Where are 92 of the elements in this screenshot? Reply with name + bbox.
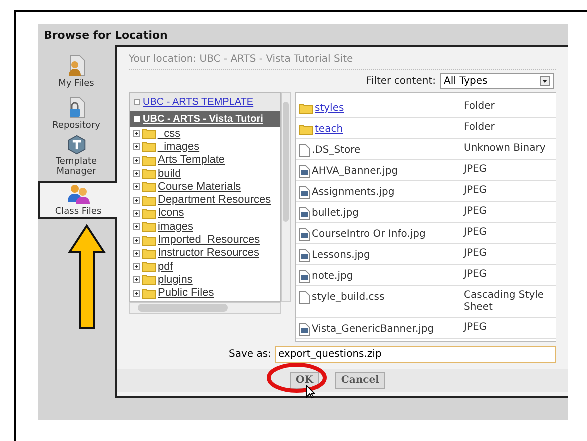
- folder-icon: [142, 168, 156, 180]
- folder-link[interactable]: pdf: [158, 260, 174, 273]
- folder-link[interactable]: Department Resources: [158, 194, 272, 206]
- file-type: JPEG: [464, 269, 488, 282]
- folder-icon: [142, 141, 156, 152]
- window-title: Browse for Location: [43, 28, 169, 44]
- highlight-ellipse-drawing: [266, 362, 328, 394]
- user-file-icon: [66, 55, 86, 77]
- sidebar-tab[interactable]: My Files: [38, 51, 115, 93]
- file-name[interactable]: Lessons.jpg: [312, 248, 370, 263]
- expand-icon[interactable]: [133, 156, 140, 164]
- file-name[interactable]: CourseIntro Or Info.jpg: [312, 227, 426, 242]
- file-name[interactable]: bullet.jpg: [312, 206, 359, 221]
- file-type: Unknown Binary: [464, 143, 547, 156]
- file-type: JPEG: [464, 248, 488, 261]
- folder-icon: [142, 274, 156, 286]
- filter-dropdown[interactable]: All Types: [440, 73, 554, 89]
- folder-icon: [299, 103, 313, 114]
- vertical-scrollbar[interactable]: [281, 92, 291, 302]
- folder-icon: [142, 208, 156, 219]
- folder-icon: [142, 248, 156, 259]
- template-icon: [66, 135, 88, 155]
- save-as-label: Save as:: [229, 348, 272, 362]
- expand-icon[interactable]: [133, 183, 140, 190]
- ok-button[interactable]: OK: [290, 372, 320, 389]
- image-file-icon: [299, 323, 310, 336]
- folder-link[interactable]: Icons: [158, 207, 184, 220]
- folder-link[interactable]: teach: [315, 122, 344, 137]
- expand-icon[interactable]: [133, 170, 140, 178]
- folder-icon: [142, 261, 156, 272]
- expand-icon[interactable]: [133, 236, 140, 244]
- folder-link[interactable]: Instructor Resources: [158, 247, 260, 260]
- folder-link[interactable]: Arts Template: [158, 154, 226, 166]
- file-type: JPEG: [464, 227, 488, 240]
- file-type: Folder: [464, 101, 496, 114]
- file-type: Cascading Style Sheet: [464, 290, 546, 315]
- folder-icon: [142, 181, 156, 192]
- folder-link[interactable]: plugins: [158, 274, 193, 286]
- image-file-icon: [299, 207, 310, 220]
- file-name[interactable]: note.jpg: [312, 269, 354, 284]
- folder-link[interactable]: Imported_Resources: [158, 234, 260, 246]
- image-file-icon: [299, 249, 310, 262]
- file-name[interactable]: Assignments.jpg: [312, 185, 395, 200]
- save-as-field[interactable]: export_questions.zip: [275, 346, 556, 363]
- image-file-icon: [299, 165, 310, 178]
- sidebar-tab[interactable]: Template Manager: [38, 135, 115, 177]
- folder-icon: [142, 234, 156, 246]
- document-icon: [299, 291, 310, 304]
- folder-link[interactable]: Public Files: [158, 287, 214, 300]
- sidebar-tab[interactable]: Class Files: [38, 181, 117, 219]
- file-type: JPEG: [464, 322, 488, 335]
- location-text: Your location: UBC - ARTS - Vista Tutorial Site: [129, 52, 556, 70]
- folder-icon: [142, 194, 156, 206]
- folder-icon: [142, 221, 156, 232]
- file-name[interactable]: .DS_Store: [312, 143, 361, 158]
- folder-link[interactable]: styles: [315, 101, 344, 116]
- file-name[interactable]: style_build.css: [312, 290, 385, 305]
- folder-icon: [299, 124, 313, 135]
- expand-icon[interactable]: [133, 143, 140, 150]
- folder-link[interactable]: _images: [158, 140, 200, 153]
- file-type: Folder: [464, 122, 496, 135]
- folder-link[interactable]: images: [158, 220, 194, 233]
- expand-icon[interactable]: [133, 290, 140, 297]
- image-file-icon: [299, 228, 310, 241]
- folder-link[interactable]: build: [158, 168, 182, 180]
- cancel-button[interactable]: Cancel: [335, 372, 386, 389]
- folder-icon: [142, 154, 156, 166]
- file-name[interactable]: Vista_GenericBanner.jpg: [312, 322, 434, 337]
- sidebar-tab[interactable]: Repository: [38, 93, 115, 135]
- file-type: JPEG: [464, 164, 488, 177]
- mouse-pointer-icon: [306, 385, 315, 399]
- image-file-icon: [299, 270, 310, 283]
- folder-link[interactable]: Course Materials: [158, 180, 242, 193]
- folder-icon: [142, 288, 156, 299]
- file-name[interactable]: AHVA_Banner.jpg: [312, 164, 398, 179]
- expand-icon[interactable]: [133, 210, 140, 217]
- horizontal-scrollbar[interactable]: [129, 302, 281, 314]
- expand-icon[interactable]: [133, 263, 140, 270]
- tree-root-item[interactable]: UBC - ARTS - Vista Tutori: [130, 111, 280, 127]
- people-icon: [66, 183, 90, 205]
- expand-icon[interactable]: [133, 223, 140, 230]
- expand-icon[interactable]: [133, 196, 140, 204]
- document-icon: [299, 144, 310, 157]
- file-type: JPEG: [464, 206, 488, 219]
- expand-icon[interactable]: [133, 130, 140, 138]
- filter-label: Filter content:: [366, 74, 436, 88]
- folder-link[interactable]: _css: [158, 128, 181, 140]
- expand-icon[interactable]: [133, 276, 140, 284]
- image-file-icon: [299, 186, 310, 199]
- tree-root-item[interactable]: UBC - ARTS TEMPLATE: [130, 93, 280, 111]
- expand-icon[interactable]: [133, 250, 140, 257]
- file-type: JPEG: [464, 185, 488, 198]
